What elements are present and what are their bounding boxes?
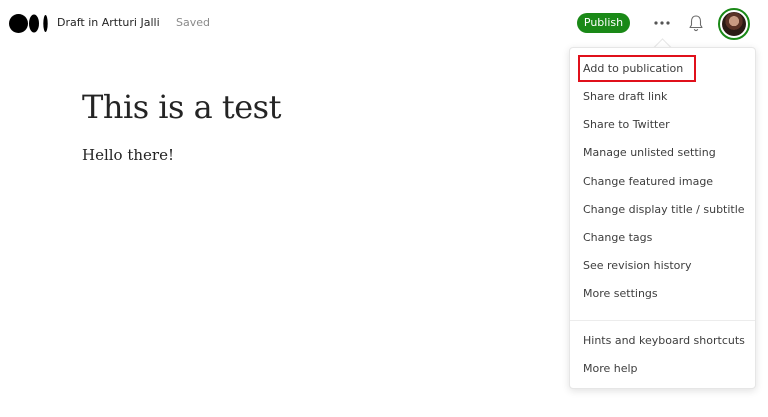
- menu-divider: [570, 320, 755, 321]
- menu-item-add-to-publication[interactable]: Add to publication: [583, 62, 683, 75]
- menu-item-manage-unlisted[interactable]: Manage unlisted setting: [583, 146, 716, 159]
- more-options-menu: Add to publication Share draft link Shar…: [569, 47, 756, 389]
- story-body[interactable]: Hello there!: [82, 146, 174, 164]
- bell-icon[interactable]: [688, 14, 704, 32]
- medium-logo-icon[interactable]: [9, 14, 49, 33]
- story-title[interactable]: This is a test: [82, 88, 281, 126]
- more-button[interactable]: [651, 14, 673, 32]
- draft-label: Draft in Artturi Jalli: [57, 16, 160, 29]
- more-icon: [654, 21, 670, 25]
- menu-item-change-tags[interactable]: Change tags: [583, 231, 652, 244]
- avatar[interactable]: [718, 8, 750, 40]
- menu-item-more-help[interactable]: More help: [583, 362, 638, 375]
- menu-item-hints-shortcuts[interactable]: Hints and keyboard shortcuts: [583, 334, 745, 347]
- avatar-image: [722, 12, 746, 36]
- publish-button[interactable]: Publish: [577, 13, 630, 33]
- menu-item-share-to-twitter[interactable]: Share to Twitter: [583, 118, 670, 131]
- menu-item-change-display-title[interactable]: Change display title / subtitle: [583, 203, 745, 216]
- menu-item-change-featured-image[interactable]: Change featured image: [583, 175, 713, 188]
- menu-item-share-draft-link[interactable]: Share draft link: [583, 90, 667, 103]
- menu-item-more-settings[interactable]: More settings: [583, 287, 658, 300]
- editor-page: Draft in Artturi Jalli Saved Publish Thi…: [0, 0, 768, 417]
- menu-item-revision-history[interactable]: See revision history: [583, 259, 691, 272]
- top-bar: Draft in Artturi Jalli Saved Publish: [0, 0, 768, 46]
- save-status: Saved: [176, 16, 210, 29]
